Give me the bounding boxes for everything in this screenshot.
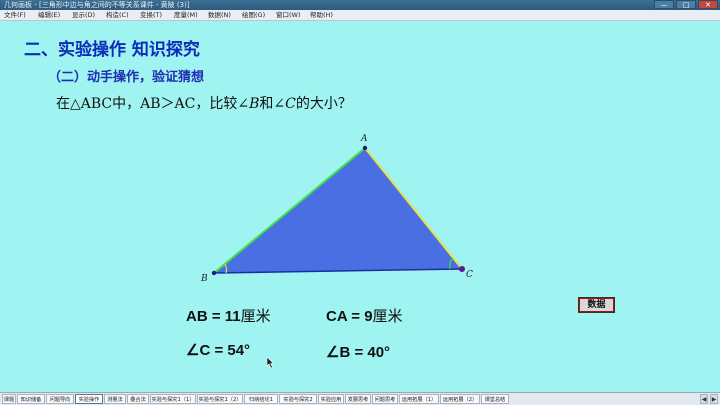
measure-ca-value: CA = 9	[326, 308, 373, 325]
point-a[interactable]	[362, 145, 368, 151]
measure-ab-value: AB = 11	[186, 308, 241, 325]
minimize-button[interactable]: —	[654, 0, 674, 9]
page-tab[interactable]: 实验与探究2	[279, 394, 317, 404]
menu-construct[interactable]: 构造(C)	[106, 10, 129, 20]
point-b[interactable]	[211, 270, 217, 276]
menu-data[interactable]: 数据(N)	[208, 10, 231, 20]
page-tab[interactable]: 实验与探究1（2）	[197, 394, 243, 404]
measure-angle-b[interactable]: ∠B = 40°	[326, 343, 390, 361]
measure-ab[interactable]: AB = 11厘米	[186, 305, 271, 326]
tab-scroll-right-icon[interactable]: ▶	[710, 394, 718, 404]
menu-display[interactable]: 显示(D)	[72, 10, 95, 20]
close-button[interactable]: ✕	[698, 0, 718, 9]
page-tab[interactable]: 归纳结论1	[244, 394, 278, 404]
page-tab-bar: 课题 知识储备 问题导向 实验操作 测量法 叠合法 实验与探究1（1） 实验与探…	[0, 392, 720, 405]
menu-bar: 文件(F) 编辑(E) 显示(D) 构造(C) 变换(T) 度量(M) 数据(N…	[0, 10, 720, 21]
window-controls: — □ ✕	[654, 0, 718, 10]
data-button[interactable]: 数据	[578, 297, 615, 313]
measure-ab-unit: 厘米	[240, 307, 271, 325]
menu-graph[interactable]: 绘图(G)	[242, 10, 265, 20]
page-tab[interactable]: 课堂总结	[481, 394, 509, 404]
mouse-cursor-icon	[266, 357, 275, 368]
menu-window[interactable]: 窗口(W)	[276, 10, 301, 20]
menu-file[interactable]: 文件(F)	[4, 10, 26, 20]
page-tab[interactable]: 知识储备	[17, 394, 45, 404]
point-c[interactable]	[459, 266, 465, 272]
triangle-figure: A B C	[200, 134, 473, 284]
sketch-canvas[interactable]: 二、实验操作 知识探究 （二）动手操作，验证猜想 在△ABC中，AB＞AC，比较…	[0, 21, 720, 392]
page-tab[interactable]: 实验操作	[75, 394, 103, 404]
page-tab[interactable]: 测量法	[104, 394, 126, 404]
page-tab[interactable]: 发展思考	[345, 394, 371, 404]
vertex-label-c: C	[466, 270, 473, 280]
page-tab[interactable]: 实验应用	[318, 394, 344, 404]
page-tab[interactable]: 问题思考	[372, 394, 398, 404]
page-tab[interactable]: 实验与探究1（1）	[150, 394, 196, 404]
title-bar: 几何画板 - [三角形中边与角之间的不等关系课件 - 黄陂 (3)] — □ ✕	[0, 0, 720, 10]
page-tab[interactable]: 课题	[2, 394, 16, 404]
tab-scroll-left-icon[interactable]: ◀	[700, 394, 708, 404]
page-tab[interactable]: 运用拓展（1）	[399, 394, 439, 404]
measure-ca-unit: 厘米	[372, 307, 403, 325]
menu-edit[interactable]: 编辑(E)	[38, 10, 60, 20]
maximize-button[interactable]: □	[676, 0, 696, 9]
triangle-abc[interactable]	[214, 148, 462, 273]
measure-ca[interactable]: CA = 9厘米	[326, 305, 403, 326]
menu-transform[interactable]: 变换(T)	[140, 10, 162, 20]
window-title: 几何画板 - [三角形中边与角之间的不等关系课件 - 黄陂 (3)]	[4, 1, 190, 9]
vertex-label-a: A	[360, 134, 368, 144]
menu-help[interactable]: 帮助(H)	[310, 10, 333, 20]
vertex-label-b: B	[200, 274, 208, 284]
measure-angle-c[interactable]: ∠C = 54°	[186, 341, 250, 359]
page-tab[interactable]: 运用拓展（2）	[440, 394, 480, 404]
page-tab[interactable]: 问题导向	[46, 394, 74, 404]
menu-measure[interactable]: 度量(M)	[174, 10, 198, 20]
page-tab[interactable]: 叠合法	[127, 394, 149, 404]
